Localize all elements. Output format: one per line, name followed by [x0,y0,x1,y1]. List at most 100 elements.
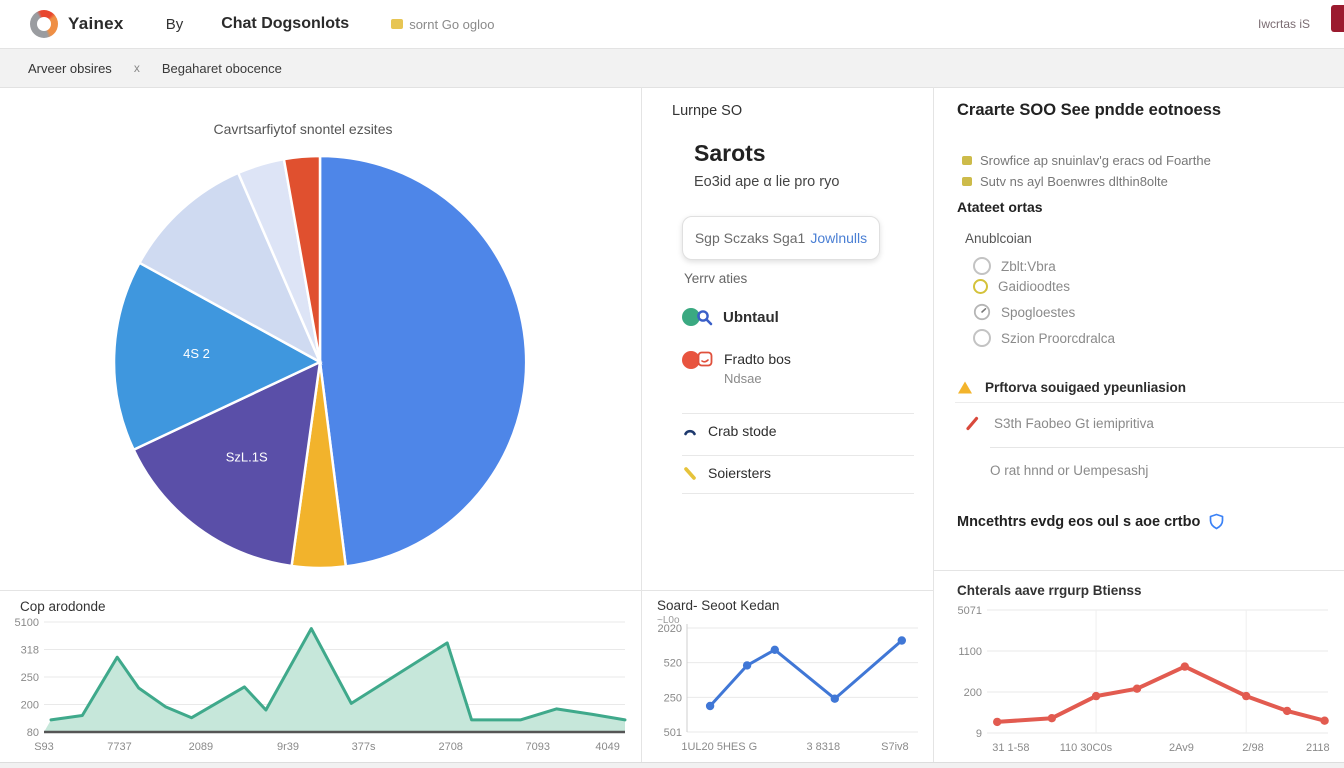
right-line-chart: 5071 1100 200 9 31 1-58 110 30C0s 2Av9 2/98 2118 [945,603,1337,758]
svg-text:5100: 5100 [15,617,39,629]
action-button-link[interactable]: Jowlnulls [810,230,867,246]
divider [955,402,1344,403]
svg-text:200: 200 [964,687,982,699]
svg-text:4S 2: 4S 2 [183,346,210,361]
area-chart-title: Cop arodonde [20,599,106,614]
action-button[interactable]: Sgp Sczaks Sga1 Jowlnulls [682,216,880,260]
footer-note: Mncethtrs evdg eos oul s aoe crtbo [957,513,1225,530]
radio-group-label: Anublcoian [965,231,1032,246]
bullet-item: Sutv ns ayl Boenwres dlthin8olte [962,174,1168,189]
pie-panel: Cavrtsarfiytof snontel ezsites SzL.1S 4S … [0,87,642,590]
radio-label: Spogloestes [1001,305,1075,320]
red-slash-icon [965,416,980,431]
divider [990,447,1344,448]
panel-subheading: Eo3id ape α lie pro ryo [694,174,839,190]
detail-panel: Lurnpe SO Sarots Eo3id ape α lie pro ryo… [641,87,934,590]
svg-text:200: 200 [21,700,39,712]
svg-text:250: 250 [664,692,682,704]
svg-text:3 8318: 3 8318 [806,741,840,753]
arc-icon [682,424,698,438]
svg-text:S7iv8: S7iv8 [881,741,909,753]
shield-icon[interactable] [1208,513,1225,530]
legend-item-search[interactable]: Ubntaul [682,308,779,326]
tab-second[interactable]: Begaharet obocence [162,61,282,76]
tab-bar: Arveer obsires x Begaharet obocence [0,48,1344,88]
radio-selected-icon[interactable] [973,279,988,294]
svg-text:520: 520 [664,658,682,670]
note-text: O rat hnnd or Uempesashj [990,463,1148,478]
error-item[interactable]: S3th Faobeo Gt iemipritiva [965,416,1154,431]
radio-icon[interactable] [973,329,991,347]
bullet-text: Srowfice ap snuinlav'g eracs od Foarthe [980,153,1211,168]
radio-option[interactable]: Zblt:Vbra [973,257,1056,275]
nav-item-title[interactable]: Chat Dogsonlots [221,15,349,33]
radio-option[interactable]: Gaidioodtes [973,279,1070,294]
svg-text:80: 80 [27,727,39,739]
bullet-square-icon [962,177,972,186]
yellow-slash-icon [682,466,698,481]
top-header: Yainex By Chat Dogsonlots sornt Go ogloo… [0,0,1344,48]
svg-text:5071: 5071 [958,605,982,617]
svg-text:2/98: 2/98 [1242,742,1263,754]
list-label: Yerrv aties [684,271,747,286]
page-bottom-edge [0,762,1344,768]
svg-text:7737: 7737 [107,741,131,753]
pie-chart: SzL.1S 4S 2 [112,154,528,570]
header-badge-label: sornt Go ogloo [409,17,494,32]
radio-label: Zblt:Vbra [1001,259,1056,274]
svg-text:9: 9 [976,728,982,740]
radio-option[interactable]: Szion Proorcdralca [973,329,1115,347]
mid-line-chart: 2020 520 250 501 1UL20 5HES G 3 8318 S7iv8 [649,621,927,757]
pie-chart-title: Cavrtsarfiytof snontel ezsites [0,121,606,137]
svg-text:110 30C0s: 110 30C0s [1060,742,1113,754]
footer-note-text: Mncethtrs evdg eos oul s aoe crtbo [957,514,1200,530]
edge-button[interactable] [1331,5,1344,32]
app-logo-icon[interactable] [30,10,58,38]
section-subtitle: Atateet ortas [957,199,1043,215]
legend-item-label: Crab stode [708,423,776,439]
checklist-title: Craarte SOO See pndde eotnoess [957,101,1221,120]
header-badge[interactable]: sornt Go ogloo [391,17,494,32]
nav-item-by[interactable]: By [166,16,184,33]
divider [682,455,914,456]
svg-text:2118: 2118 [1306,742,1330,754]
gauge-radio-icon[interactable] [973,303,991,321]
svg-text:SzL.1S: SzL.1S [226,450,268,465]
area-chart: 510031825020080S93773720899r39377s270870… [6,615,634,757]
legend-item-label: Soiersters [708,465,771,481]
svg-text:2020: 2020 [658,623,682,635]
bullet-item: Srowfice ap snuinlav'g eracs od Foarthe [962,153,1211,168]
action-button-label: Sgp Sczaks Sga1 [695,230,806,246]
divider [682,493,914,494]
svg-text:2089: 2089 [189,741,213,753]
bullet-text: Sutv ns ayl Boenwres dlthin8olte [980,174,1168,189]
legend-item-arc[interactable]: Crab stode [682,423,776,439]
area-chart-panel: Cop arodonde 510031825020080S93773720899… [0,590,642,763]
legend-item-app[interactable]: Fradto bos Ndsae [682,351,791,386]
search-icon [696,309,713,326]
radio-option[interactable]: Spogloestes [973,303,1075,321]
tab-close-icon[interactable]: x [134,61,140,75]
right-line-chart-title: Chterals aave rrgurp Btienss [957,583,1142,598]
svg-text:31 1-58: 31 1-58 [992,742,1029,754]
bullet-square-icon [962,156,972,165]
svg-text:S93: S93 [34,741,54,753]
radio-icon[interactable] [973,257,991,275]
checklist-panel: Craarte SOO See pndde eotnoess Srowfice … [933,87,1344,570]
panel-eyebrow: Lurnpe SO [672,103,742,119]
app-window-icon [697,351,714,368]
brand-name: Yainex [68,14,124,34]
legend-item-slash[interactable]: Soiersters [682,465,771,481]
panel-heading: Sarots [694,140,766,167]
svg-text:1100: 1100 [958,646,982,658]
mid-line-chart-panel: Soard- Seoot Kedan ~L0o 20205202505011UL… [641,590,934,763]
right-line-chart-panel: Chterals aave rrgurp Btienss 5071 1100 200… [933,570,1344,763]
svg-text:2Av9: 2Av9 [1169,742,1194,754]
warning-item[interactable]: Prftorva souigaed ypeunliasion [957,380,1186,395]
legend-item-sublabel: Ndsae [724,371,791,386]
legend-item-label: Fradto bos [724,351,791,367]
svg-text:1UL20 5HES G: 1UL20 5HES G [681,741,757,753]
svg-text:7093: 7093 [526,741,550,753]
svg-text:501: 501 [664,727,682,739]
tab-first[interactable]: Arveer obsires [28,61,112,76]
